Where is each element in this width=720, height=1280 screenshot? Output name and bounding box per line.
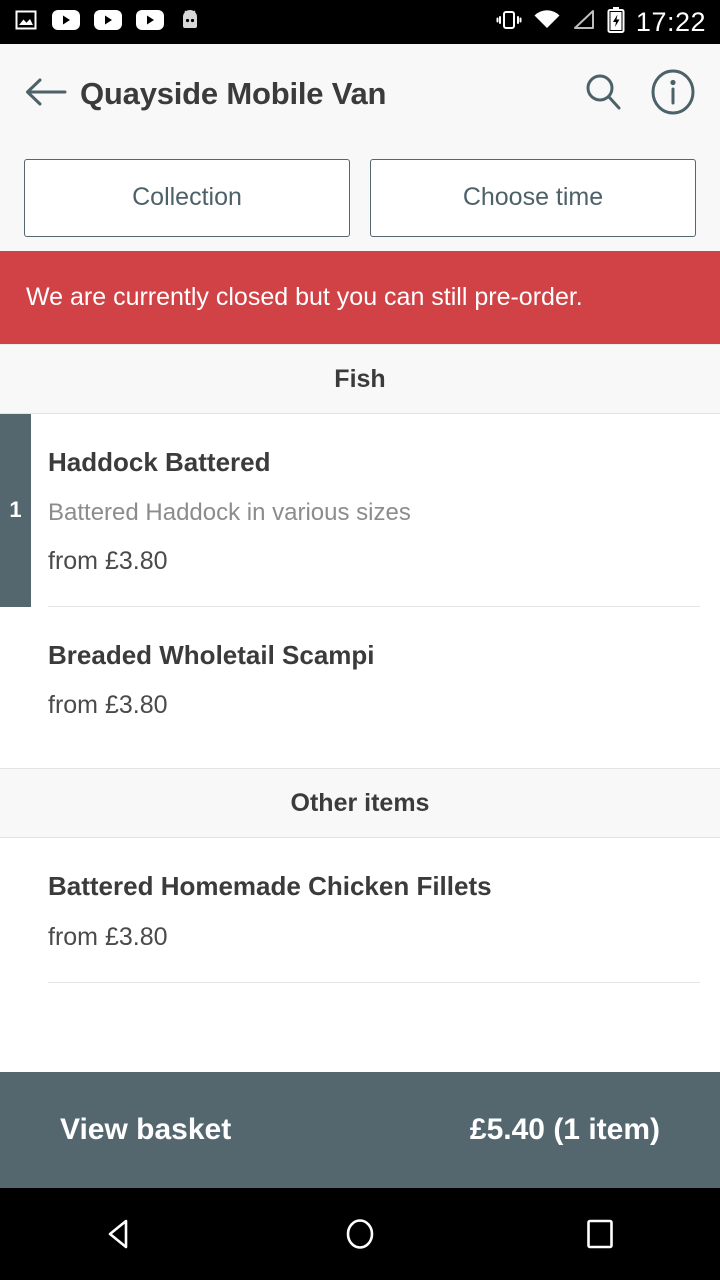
menu-section-title: Fish	[334, 364, 386, 393]
menu-item-body: Breaded Wholetail Scampi from £3.80	[31, 607, 720, 751]
status-bar-clock: 17:22	[635, 6, 706, 37]
app-header: Quayside Mobile Van	[0, 44, 720, 144]
info-icon[interactable]	[650, 69, 696, 120]
back-arrow-icon[interactable]	[24, 75, 68, 114]
closed-banner: We are currently closed but you can stil…	[0, 251, 720, 344]
status-bar: 17:22	[0, 0, 720, 44]
menu-item-name: Breaded Wholetail Scampi	[48, 639, 375, 670]
app-header-actions	[582, 69, 696, 120]
menu-item-name: Haddock Battered	[48, 447, 271, 477]
image-icon	[14, 8, 38, 37]
menu-item-price: from £3.80	[48, 546, 168, 575]
menu-item-description: Battered Haddock in various sizes	[48, 498, 411, 526]
order-options-bar: Collection Choose time	[0, 144, 720, 251]
nav-home-icon[interactable]	[300, 1188, 420, 1280]
view-basket-label: View basket	[60, 1113, 232, 1146]
nav-recents-icon[interactable]	[540, 1188, 660, 1280]
basket-total: £5.40 (1 item)	[469, 1113, 660, 1146]
android-nav-bar	[0, 1188, 720, 1280]
item-quantity-placeholder	[0, 838, 31, 983]
menu-item-price: from £3.80	[48, 922, 168, 951]
menu-section-title: Other items	[290, 788, 430, 817]
phone-screen: 17:22 Quayside Mobile Van Collection Cho…	[0, 0, 720, 1280]
item-quantity-badge: 1	[0, 414, 31, 607]
youtube-icon	[94, 9, 122, 36]
menu-item-body: Battered Homemade Chicken Fillets from £…	[31, 838, 720, 983]
menu-item[interactable]: Battered Homemade Chicken Fillets from £…	[0, 838, 720, 983]
vibrate-icon	[496, 8, 522, 37]
menu-section-header: Other items	[0, 768, 720, 838]
search-icon[interactable]	[582, 71, 624, 118]
fulfilment-type-button[interactable]: Collection	[24, 158, 350, 237]
view-basket-button[interactable]: View basket £5.40 (1 item)	[0, 1072, 720, 1188]
menu-item-body: Haddock Battered Battered Haddock in var…	[31, 414, 720, 607]
menu-section-header: Fish	[0, 344, 720, 414]
youtube-icon	[136, 9, 164, 36]
menu-item-name: Battered Homemade Chicken Fillets	[48, 871, 492, 901]
wifi-icon	[533, 9, 561, 36]
menu-list[interactable]: Fish 1 Haddock Battered Battered Haddock…	[0, 344, 720, 1072]
status-bar-system-icons: 17:22	[496, 6, 706, 38]
status-bar-notifications	[14, 8, 202, 37]
menu-item[interactable]: 1 Haddock Battered Battered Haddock in v…	[0, 414, 720, 607]
page-title: Quayside Mobile Van	[80, 76, 387, 111]
youtube-icon	[52, 9, 80, 36]
menu-item-price: from £3.80	[48, 691, 168, 719]
choose-time-button[interactable]: Choose time	[370, 158, 696, 237]
android-icon	[178, 8, 202, 37]
battery-charging-icon	[607, 6, 625, 38]
item-quantity-placeholder	[0, 606, 31, 750]
nav-back-icon[interactable]	[60, 1188, 180, 1280]
menu-item[interactable]: Breaded Wholetail Scampi from £3.80	[0, 606, 720, 751]
cell-signal-icon	[572, 9, 596, 36]
closed-banner-text: We are currently closed but you can stil…	[26, 283, 583, 311]
